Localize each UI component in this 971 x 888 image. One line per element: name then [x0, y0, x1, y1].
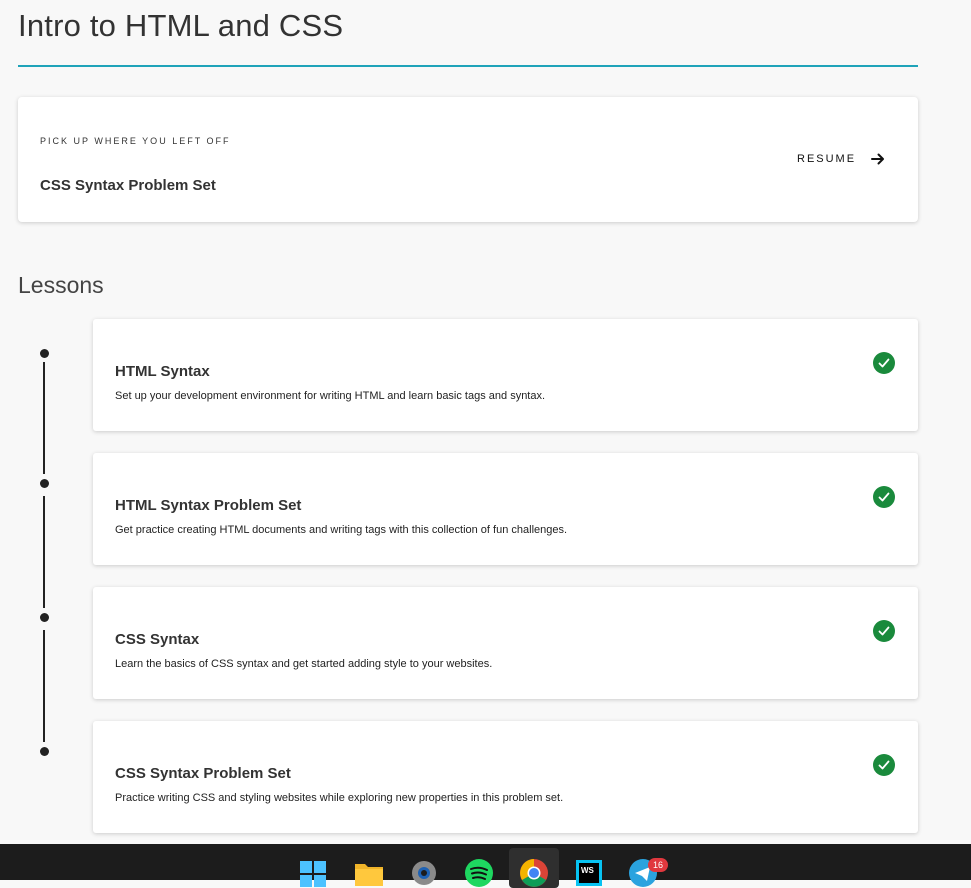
lesson-title: CSS Syntax Problem Set [115, 765, 291, 782]
check-circle-icon [873, 352, 895, 374]
telegram-unread-badge: 16 [648, 858, 668, 872]
timeline-segment [43, 362, 45, 474]
title-divider [18, 65, 918, 67]
chrome-icon[interactable] [519, 858, 549, 888]
lessons-heading: Lessons [18, 272, 104, 298]
lesson-description: Practice writing CSS and styling website… [115, 792, 564, 804]
timeline-dot [39, 349, 49, 358]
spotify-icon[interactable] [464, 858, 494, 888]
lesson-card[interactable]: CSS Syntax Learn the basics of CSS synta… [93, 587, 918, 699]
timeline-dot [39, 479, 49, 488]
webstorm-icon[interactable]: WS [574, 858, 604, 888]
lesson-title: CSS Syntax [115, 631, 200, 648]
timeline-segment [43, 496, 45, 608]
resume-card: PICK UP WHERE YOU LEFT OFF CSS Syntax Pr… [18, 97, 918, 222]
lesson-title: HTML Syntax Problem Set [115, 497, 302, 514]
telegram-badge-count: 16 [652, 860, 663, 870]
check-circle-icon [873, 486, 895, 508]
lesson-card[interactable]: HTML Syntax Set up your development envi… [93, 319, 918, 431]
lesson-title: HTML Syntax [115, 363, 210, 380]
check-circle-icon [873, 754, 895, 776]
file-explorer-icon[interactable] [354, 858, 384, 888]
resume-button-label: RESUME [797, 153, 857, 165]
check-circle-icon [873, 620, 895, 642]
lesson-description: Get practice creating HTML documents and… [115, 524, 568, 536]
lesson-description: Set up your development environment for … [115, 390, 546, 402]
windows-start-icon[interactable] [298, 858, 328, 888]
timeline-dot [39, 613, 49, 622]
lesson-card[interactable]: CSS Syntax Problem Set Practice writing … [93, 721, 918, 833]
resume-button[interactable]: RESUME [797, 149, 886, 169]
timeline-dot [39, 747, 49, 756]
timeline-segment [43, 630, 45, 742]
resume-eyebrow: PICK UP WHERE YOU LEFT OFF [40, 136, 231, 146]
settings-icon[interactable] [409, 858, 439, 888]
svg-text:WS: WS [581, 866, 595, 875]
lesson-card[interactable]: HTML Syntax Problem Set Get practice cre… [93, 453, 918, 565]
lesson-description: Learn the basics of CSS syntax and get s… [115, 658, 493, 670]
resume-lesson-title: CSS Syntax Problem Set [40, 177, 216, 194]
page-title: Intro to HTML and CSS [18, 8, 344, 43]
arrow-right-icon [871, 153, 885, 165]
taskbar: WS 16 [0, 844, 971, 888]
